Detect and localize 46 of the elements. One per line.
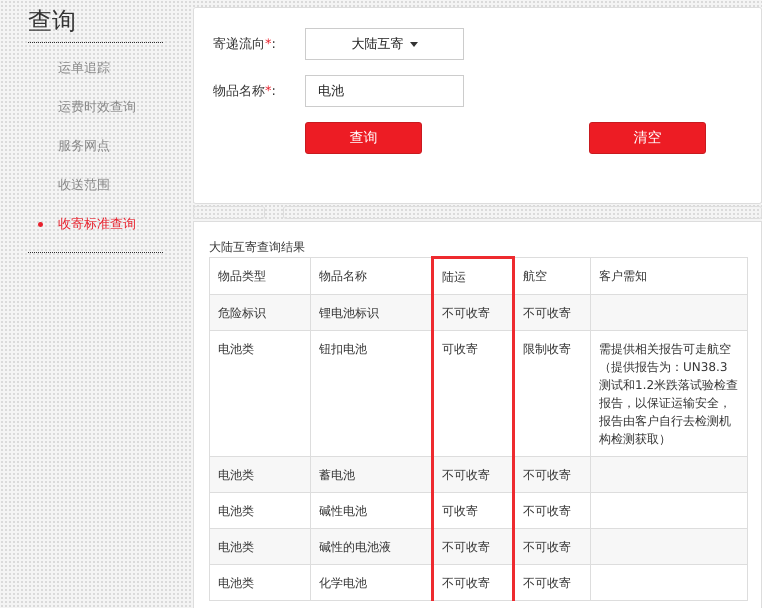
table-cell: 可收寄 <box>432 330 514 456</box>
table-cell: 不可收寄 <box>514 294 590 330</box>
sidebar-item[interactable]: 收送范围 <box>28 166 163 205</box>
column-header: 物品名称 <box>310 258 432 294</box>
table-cell: 碱性电池 <box>310 492 432 528</box>
sidebar-item[interactable]: 运费时效查询 <box>28 88 163 127</box>
table-cell: 危险标识 <box>210 294 310 330</box>
table-cell: 不可收寄 <box>432 294 514 330</box>
active-dot-icon <box>38 222 43 227</box>
table-cell: 不可收寄 <box>432 456 514 492</box>
query-button[interactable]: 查询 <box>305 122 422 154</box>
results-title: 大陆互寄查询结果 <box>209 239 306 256</box>
table-cell: 钮扣电池 <box>310 330 432 456</box>
table-cell: 锂电池标识 <box>310 294 432 330</box>
sidebar-item[interactable]: 收寄标准查询 <box>28 205 163 244</box>
table-cell: 电池类 <box>210 564 310 600</box>
table-cell: 电池类 <box>210 492 310 528</box>
table-cell: 不可收寄 <box>514 564 590 600</box>
table-cell: 化学电池 <box>310 564 432 600</box>
column-header: 客户需知 <box>590 258 748 294</box>
sidebar-title: 查询 <box>28 6 163 43</box>
column-header: 陆运 <box>432 258 514 294</box>
table-cell: 电池类 <box>210 456 310 492</box>
table-cell: 不可收寄 <box>432 564 514 600</box>
table-cell: 需提供相关报告可走航空（提供报告为：UN38.3测试和1.2米跌落试验检查报告，以保证运输安全，报告由客户自行去检测机构检测获取） <box>590 330 748 456</box>
table-cell: 不可收寄 <box>514 492 590 528</box>
tab-strip <box>193 206 265 219</box>
field-label: 寄递流向*: <box>213 36 277 53</box>
sidebar-item[interactable]: 服务网点 <box>28 127 163 166</box>
table-cell: 限制收寄 <box>514 330 590 456</box>
direction-select[interactable]: 大陆互寄 <box>305 28 464 60</box>
field-label: 物品名称*: <box>213 83 277 100</box>
caret-icon <box>410 42 418 46</box>
table-cell: 不可收寄 <box>432 528 514 564</box>
table-cell: 电池类 <box>210 528 310 564</box>
table-cell: 不可收寄 <box>514 456 590 492</box>
table-cell: 碱性的电池液 <box>310 528 432 564</box>
table-cell: 不可收寄 <box>514 528 590 564</box>
clear-button[interactable]: 清空 <box>589 122 706 154</box>
table-cell: 电池类 <box>210 330 310 456</box>
table-cell: 可收寄 <box>432 492 514 528</box>
input-field[interactable]: 电池 <box>305 75 464 107</box>
column-header: 航空 <box>514 258 590 294</box>
column-header: 物品类型 <box>210 258 310 294</box>
table-cell: 蓄电池 <box>310 456 432 492</box>
sidebar-item[interactable]: 运单追踪 <box>28 49 163 88</box>
